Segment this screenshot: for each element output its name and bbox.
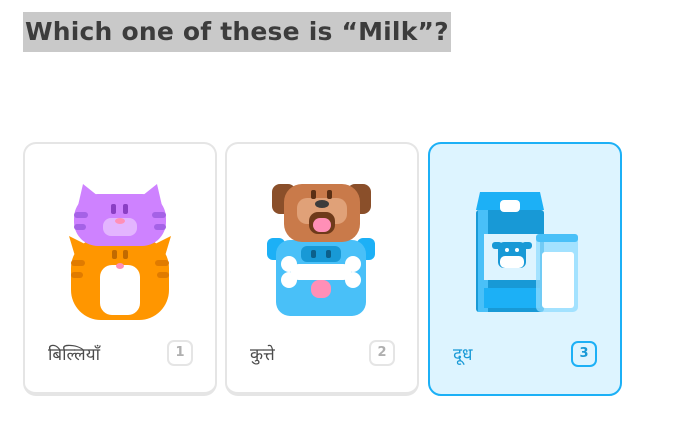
challenge-question: Which one of these is “Milk”? xyxy=(23,12,451,52)
keyboard-shortcut-badge: 3 xyxy=(571,341,597,367)
keyboard-shortcut-badge: 1 xyxy=(167,340,193,366)
choice-card-dogs[interactable]: कुत्ते 2 xyxy=(225,142,419,396)
milk-icon xyxy=(476,192,578,312)
cats-icon xyxy=(69,184,171,320)
dogs-icon xyxy=(267,184,375,316)
keyboard-shortcut-badge: 2 xyxy=(369,340,395,366)
choice-card-milk[interactable]: दूध 3 xyxy=(428,142,622,396)
choice-label: दूध xyxy=(453,345,473,365)
choice-card-cats[interactable]: बिल्लियाँ 1 xyxy=(23,142,217,396)
choice-label: कुत्ते xyxy=(250,345,275,365)
choice-label: बिल्लियाँ xyxy=(48,345,100,365)
